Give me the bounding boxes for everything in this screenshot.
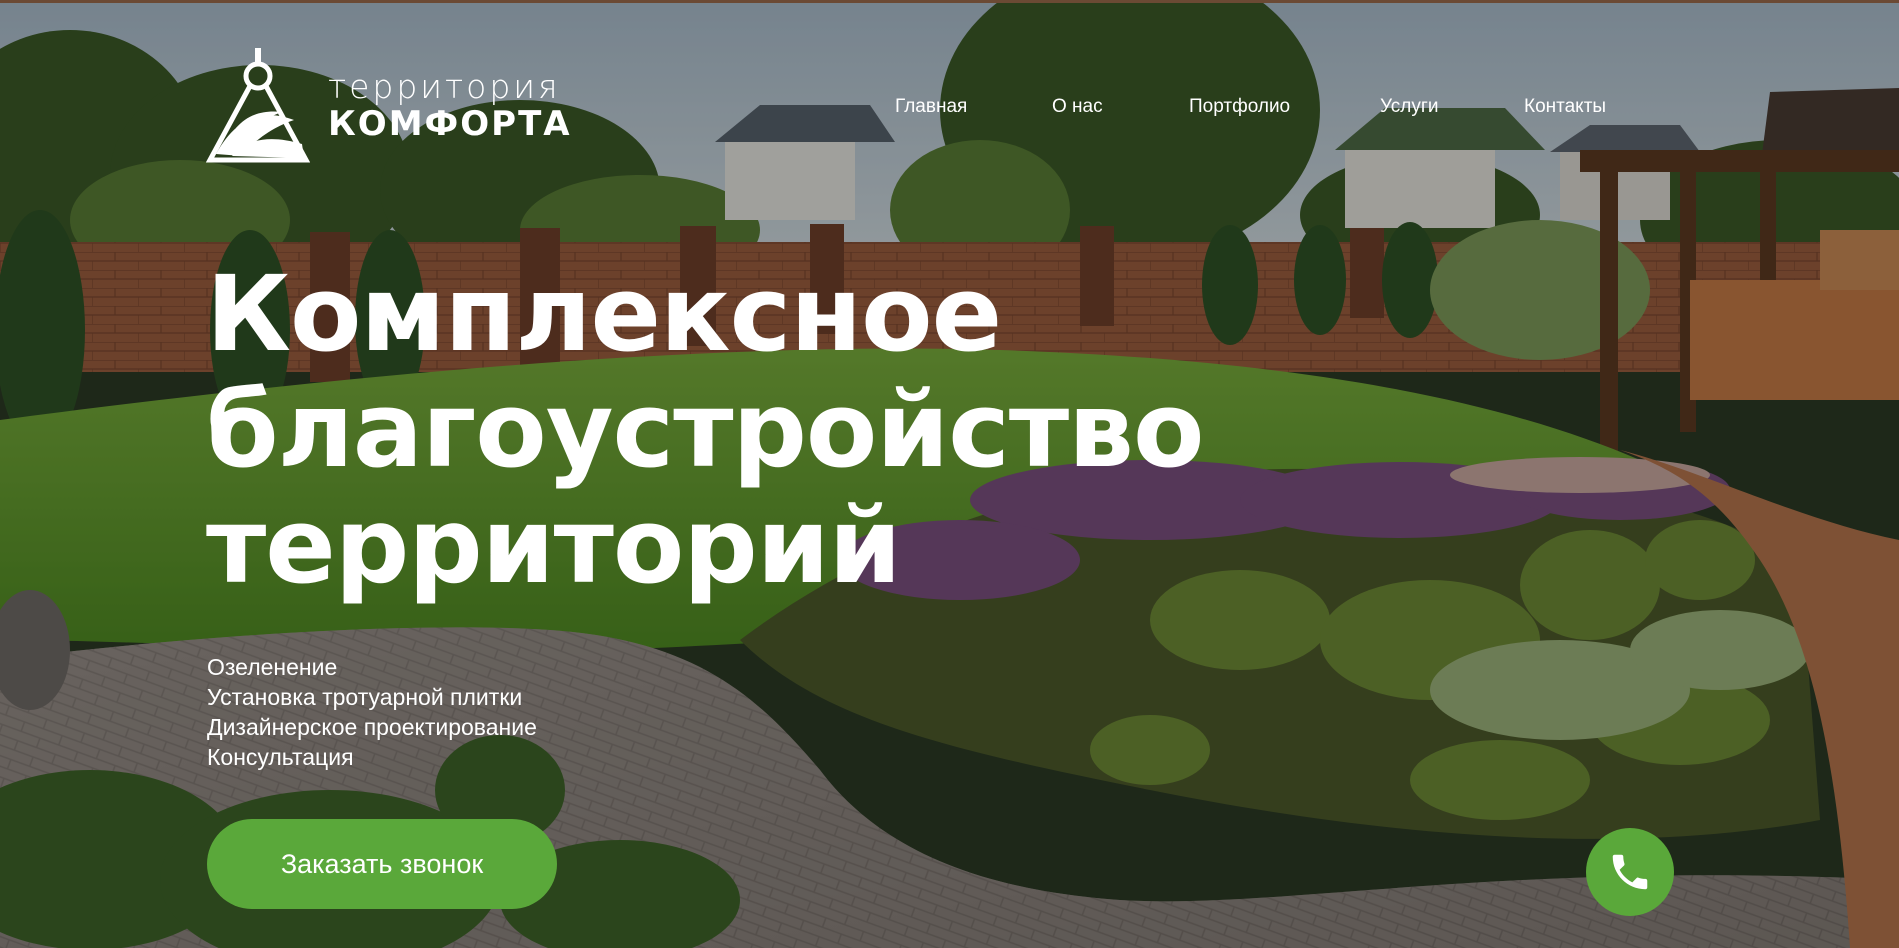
nav-item-contacts[interactable]: Контакты xyxy=(1524,96,1606,118)
hero-title-line-2: благоустройство xyxy=(206,369,1204,491)
service-item: Установка тротуарной плитки xyxy=(207,684,523,710)
hero-title-line-3: территорий xyxy=(206,485,902,607)
service-item: Дизайнерское проектирование xyxy=(207,714,537,740)
nav-item-portfolio[interactable]: Портфолио xyxy=(1189,96,1290,118)
service-item: Консультация xyxy=(207,744,354,770)
phone-call-button[interactable] xyxy=(1586,828,1674,916)
nav-item-about[interactable]: О нас xyxy=(1052,96,1103,118)
hero-title: Комплексное благоустройство территорий xyxy=(206,253,1204,607)
hero-title-line-1: Комплексное xyxy=(206,253,1002,375)
service-item: Озеленение xyxy=(207,654,338,680)
nav-item-home[interactable]: Главная xyxy=(895,96,967,118)
phone-icon xyxy=(1612,854,1648,890)
compass-leaf-logo-icon xyxy=(206,48,310,163)
nav-item-services[interactable]: Услуги xyxy=(1380,96,1438,118)
services-list: Озеленение Установка тротуарной плитки Д… xyxy=(207,652,537,772)
brand-line1: территория xyxy=(328,67,561,106)
brand-line2: КОМФОРТА xyxy=(328,104,572,144)
brand-logo[interactable]: территория КОМФОРТА xyxy=(206,48,586,166)
top-accent-line xyxy=(0,0,1899,3)
brand-name: территория КОМФОРТА xyxy=(328,67,572,144)
request-call-button[interactable]: Заказать звонок xyxy=(207,819,557,909)
